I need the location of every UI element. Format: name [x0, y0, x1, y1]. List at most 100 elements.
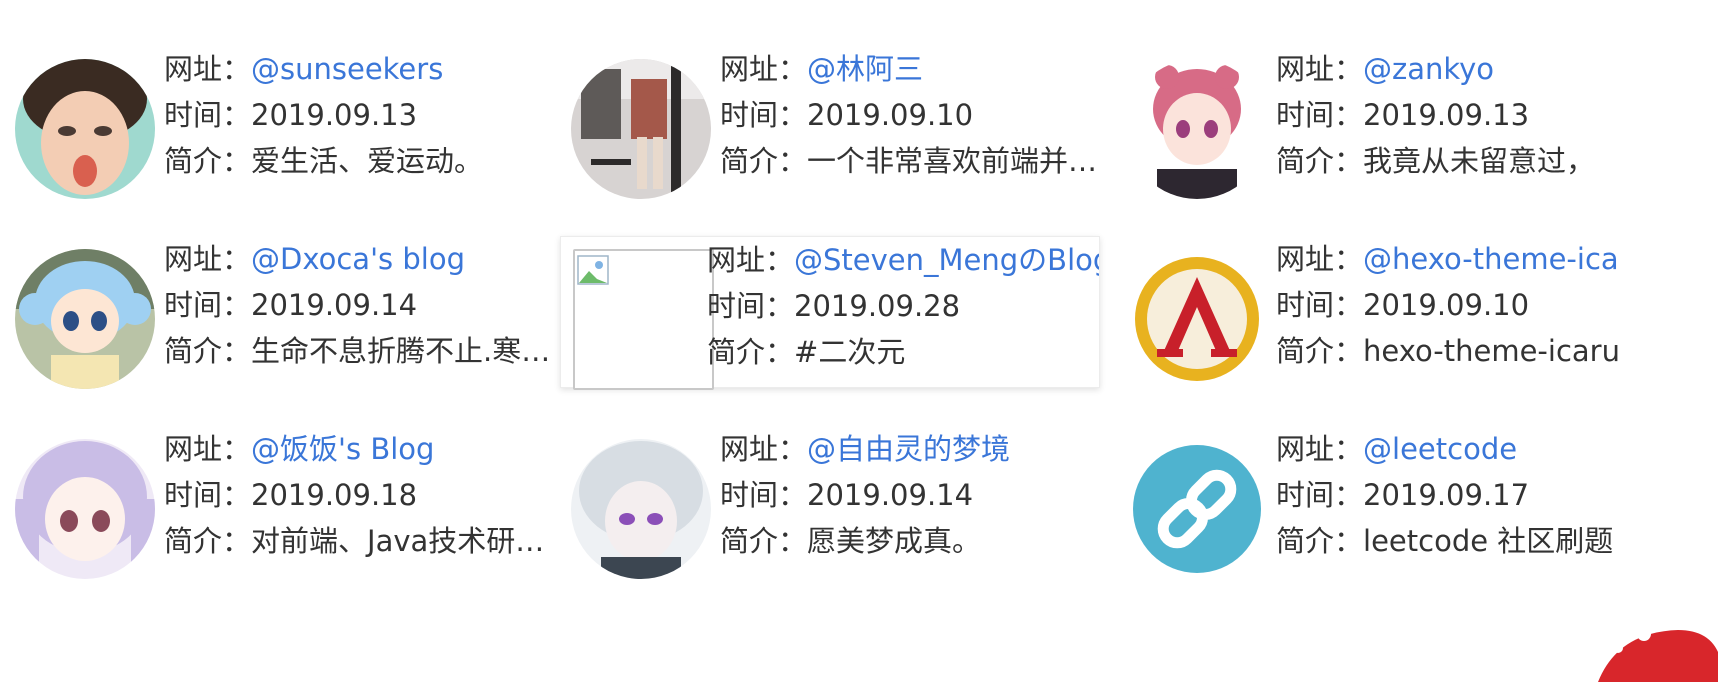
- time-value: 2019.09.14: [251, 288, 418, 322]
- time-label: 时间：: [707, 289, 795, 323]
- url-label: 网址：: [1276, 52, 1364, 86]
- time-label: 时间：: [720, 98, 808, 132]
- url-label: 网址：: [164, 242, 252, 276]
- time-value: 2019.09.13: [251, 98, 418, 132]
- friend-link-card[interactable]: 网址：@林阿三 时间：2019.09.10 简介：一个非常喜欢前端并…: [556, 46, 1136, 199]
- time-label: 时间：: [164, 98, 252, 132]
- avatar-sunseekers[interactable]: [15, 59, 155, 199]
- friend-link-card[interactable]: 网址：@hexo-theme-ica 时间：2019.09.10 简介：hexo…: [1112, 236, 1692, 389]
- friend-link-card[interactable]: 网址：@饭饭's Blog 时间：2019.09.18 简介：对前端、Java技…: [0, 426, 580, 579]
- link-chain-icon[interactable]: [1127, 439, 1267, 579]
- avatar-ziyouling[interactable]: [571, 439, 711, 579]
- url-label: 网址：: [720, 52, 808, 86]
- url-label: 网址：: [1276, 242, 1364, 276]
- intro-line: 简介：一个非常喜欢前端并…: [720, 138, 1136, 184]
- url-line: 网址：@自由灵的梦境: [720, 426, 1136, 472]
- time-line: 时间：2019.09.13: [1276, 92, 1692, 138]
- intro-label: 简介：: [164, 334, 252, 368]
- time-value: 2019.09.17: [1363, 478, 1530, 512]
- intro-value: hexo-theme-icaru: [1363, 334, 1620, 368]
- time-value: 2019.09.13: [1363, 98, 1530, 132]
- intro-value: 对前端、Java技术研…: [251, 524, 545, 558]
- url-line: 网址：@Steven_MengのBlog: [707, 237, 1099, 283]
- time-value: 2019.09.28: [794, 289, 961, 323]
- url-label: 网址：: [164, 52, 252, 86]
- url-label: 网址：: [164, 432, 252, 466]
- url-line: 网址：@leetcode: [1276, 426, 1692, 472]
- avatar-zankyo[interactable]: [1127, 59, 1267, 199]
- time-value: 2019.09.10: [807, 98, 974, 132]
- site-link[interactable]: @hexo-theme-ica: [1363, 242, 1619, 276]
- intro-line: 简介：生命不息折腾不止.寒…: [164, 328, 580, 374]
- time-line: 时间：2019.09.17: [1276, 472, 1692, 518]
- url-line: 网址：@hexo-theme-ica: [1276, 236, 1692, 282]
- time-line: 时间：2019.09.10: [1276, 282, 1692, 328]
- url-line: 网址：@饭饭's Blog: [164, 426, 580, 472]
- time-value: 2019.09.18: [251, 478, 418, 512]
- avatar-linasan[interactable]: [571, 59, 711, 199]
- avatar-dxoca[interactable]: [15, 249, 155, 389]
- friend-link-card[interactable]: 网址：@zankyo 时间：2019.09.13 简介：我竟从未留意过，: [1112, 46, 1692, 199]
- site-link[interactable]: @自由灵的梦境: [807, 432, 1010, 466]
- url-line: 网址：@zankyo: [1276, 46, 1692, 92]
- url-line: 网址：@Dxoca's blog: [164, 236, 580, 282]
- intro-label: 简介：: [164, 144, 252, 178]
- intro-line: 简介：#二次元: [707, 329, 1099, 375]
- site-link[interactable]: @leetcode: [1363, 432, 1517, 466]
- time-line: 时间：2019.09.14: [164, 282, 580, 328]
- url-line: 网址：@林阿三: [720, 46, 1136, 92]
- friend-link-card[interactable]: 网址：@Steven_MengのBlog 时间：2019.09.28 简介：#二…: [560, 236, 1100, 390]
- time-label: 时间：: [1276, 288, 1364, 322]
- icarus-logo[interactable]: [1127, 249, 1267, 389]
- intro-label: 简介：: [1276, 524, 1364, 558]
- time-label: 时间：: [164, 288, 252, 322]
- intro-value: 爱生活、爱运动。: [251, 144, 484, 178]
- time-label: 时间：: [1276, 98, 1364, 132]
- time-line: 时间：2019.09.14: [720, 472, 1136, 518]
- intro-value: 生命不息折腾不止.寒…: [251, 334, 551, 368]
- url-label: 网址：: [707, 243, 795, 277]
- url-label: 网址：: [1276, 432, 1364, 466]
- site-link[interactable]: @林阿三: [807, 52, 923, 86]
- intro-line: 简介：爱生活、爱运动。: [164, 138, 580, 184]
- intro-line: 简介：对前端、Java技术研…: [164, 518, 580, 564]
- friend-link-card[interactable]: 网址：@Dxoca's blog 时间：2019.09.14 简介：生命不息折腾…: [0, 236, 580, 389]
- santa-hat-decoration: [1578, 622, 1718, 682]
- intro-label: 简介：: [1276, 334, 1364, 368]
- site-link[interactable]: @zankyo: [1363, 52, 1494, 86]
- intro-value: leetcode 社区刷题: [1363, 524, 1614, 558]
- time-value: 2019.09.10: [1363, 288, 1530, 322]
- intro-label: 简介：: [720, 524, 808, 558]
- time-line: 时间：2019.09.10: [720, 92, 1136, 138]
- intro-value: 一个非常喜欢前端并…: [807, 144, 1098, 178]
- intro-line: 简介：我竟从未留意过，: [1276, 138, 1692, 184]
- url-label: 网址：: [720, 432, 808, 466]
- intro-label: 简介：: [707, 335, 795, 369]
- intro-line: 简介：hexo-theme-icaru: [1276, 328, 1692, 374]
- intro-label: 简介：: [1276, 144, 1364, 178]
- url-line: 网址：@sunseekers: [164, 46, 580, 92]
- friend-link-card[interactable]: 网址：@sunseekers 时间：2019.09.13 简介：爱生活、爱运动。: [0, 46, 580, 199]
- intro-label: 简介：: [720, 144, 808, 178]
- site-link[interactable]: @Dxoca's blog: [251, 242, 465, 276]
- time-line: 时间：2019.09.28: [707, 283, 1099, 329]
- time-label: 时间：: [1276, 478, 1364, 512]
- time-line: 时间：2019.09.13: [164, 92, 580, 138]
- intro-label: 简介：: [164, 524, 252, 558]
- site-link[interactable]: @sunseekers: [251, 52, 443, 86]
- broken-image-icon[interactable]: [573, 249, 714, 390]
- site-link[interactable]: @饭饭's Blog: [251, 432, 434, 466]
- time-value: 2019.09.14: [807, 478, 974, 512]
- site-link[interactable]: @Steven_MengのBlog: [794, 243, 1099, 277]
- time-label: 时间：: [164, 478, 252, 512]
- intro-line: 简介：leetcode 社区刷题: [1276, 518, 1692, 564]
- intro-value: 愿美梦成真。: [807, 524, 982, 558]
- time-line: 时间：2019.09.18: [164, 472, 580, 518]
- friend-link-card[interactable]: 网址：@自由灵的梦境 时间：2019.09.14 简介：愿美梦成真。: [556, 426, 1136, 579]
- intro-line: 简介：愿美梦成真。: [720, 518, 1136, 564]
- friend-link-card[interactable]: 网址：@leetcode 时间：2019.09.17 简介：leetcode 社…: [1112, 426, 1692, 576]
- intro-value: 我竟从未留意过，: [1363, 144, 1596, 178]
- time-label: 时间：: [720, 478, 808, 512]
- intro-value: #二次元: [794, 335, 906, 369]
- avatar-fanfan[interactable]: [15, 439, 155, 579]
